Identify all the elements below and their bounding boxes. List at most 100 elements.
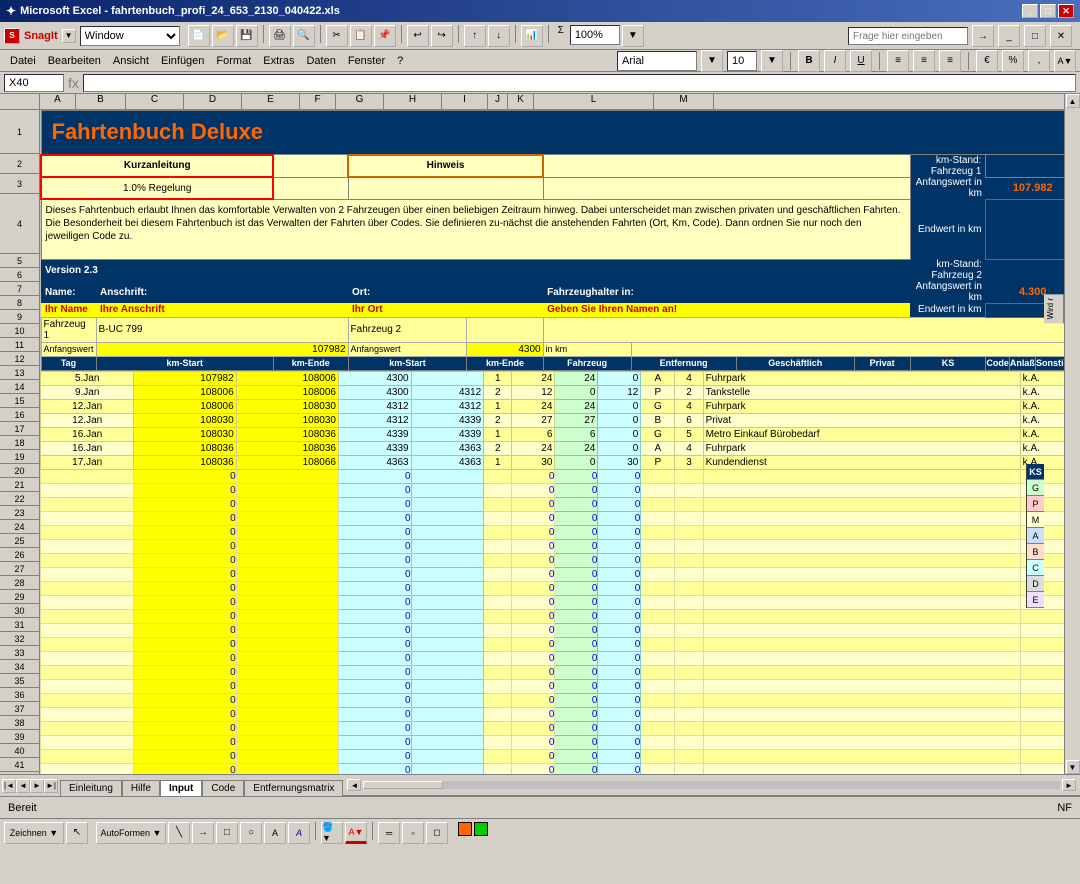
fz2-anfang-value: 4300: [467, 342, 543, 356]
sort-desc-btn[interactable]: ↓: [488, 25, 510, 47]
paste-btn[interactable]: 📌: [374, 25, 396, 47]
tab-input[interactable]: Input: [160, 780, 202, 796]
close-button[interactable]: ✕: [1058, 4, 1074, 18]
col-l: L: [534, 94, 654, 109]
tab-code[interactable]: Code: [202, 780, 244, 796]
font-size-input[interactable]: [727, 51, 757, 71]
window-restore-btn[interactable]: □: [1024, 25, 1046, 47]
cursor-btn[interactable]: ↖: [66, 822, 88, 844]
textbox-btn[interactable]: A: [264, 822, 286, 844]
cell-reference[interactable]: X40: [4, 74, 64, 92]
fill-color-btn[interactable]: A▼: [1054, 50, 1076, 72]
cell-entfernung: 27: [512, 413, 555, 427]
draw-shapes: AutoFormen ▼ ╲ → □ ○ A A 🪣▼ A▼ ═ ▫ ◻: [96, 822, 488, 844]
anschrift-value[interactable]: Ihre Anschrift: [96, 303, 348, 317]
wordart-btn[interactable]: A: [288, 822, 310, 844]
h-scroll-thumb[interactable]: [363, 781, 443, 789]
window-select[interactable]: Window: [80, 26, 180, 46]
autoshapes-btn[interactable]: AutoFormen ▼: [96, 822, 166, 844]
menu-ansicht[interactable]: Ansicht: [107, 53, 155, 69]
scroll-down-btn[interactable]: ▼: [1066, 760, 1080, 774]
arrow-btn[interactable]: →: [192, 822, 214, 844]
menu-daten[interactable]: Daten: [300, 53, 341, 69]
cut-btn[interactable]: ✂: [326, 25, 348, 47]
shadow-btn[interactable]: ▫: [402, 822, 424, 844]
cell-code: 4: [675, 371, 703, 385]
chart-btn[interactable]: 📊: [521, 25, 543, 47]
copy-btn[interactable]: 📋: [350, 25, 372, 47]
zoom-dropdown[interactable]: ▼: [622, 25, 644, 47]
draw-menu-btn[interactable]: Zeichnen ▼: [4, 822, 64, 844]
save-btn[interactable]: 💾: [236, 25, 258, 47]
print-btn[interactable]: 🖨: [269, 25, 291, 47]
maximize-button[interactable]: □: [1040, 4, 1056, 18]
italic-btn[interactable]: I: [824, 50, 846, 72]
window-close-btn[interactable]: ✕: [1050, 25, 1072, 47]
font-size-dropdown[interactable]: ▼: [761, 50, 783, 72]
underline-btn[interactable]: U: [850, 50, 872, 72]
help-search-btn[interactable]: →: [972, 25, 994, 47]
menu-einfuegen[interactable]: Einfügen: [155, 53, 210, 69]
redo-btn[interactable]: ↪: [431, 25, 453, 47]
help-input[interactable]: [848, 27, 968, 45]
font-name-input[interactable]: [617, 51, 697, 71]
kurzanleitung-btn[interactable]: Kurzanleitung: [41, 155, 273, 178]
3d-btn[interactable]: ◻: [426, 822, 448, 844]
zoom-input[interactable]: [570, 25, 620, 45]
formula-input[interactable]: [83, 74, 1076, 92]
th-privat: Privat: [854, 356, 910, 370]
cell-privat: 30: [598, 455, 641, 469]
window-minimize-btn[interactable]: _: [998, 25, 1020, 47]
name-value[interactable]: Ihr Name: [41, 303, 96, 317]
new-btn[interactable]: 📄: [188, 25, 210, 47]
tab-einleitung[interactable]: Einleitung: [60, 780, 122, 796]
scroll-right-btn[interactable]: ►: [1062, 779, 1076, 791]
row-37: 37: [0, 702, 39, 716]
menu-format[interactable]: Format: [210, 53, 257, 69]
tab-last-btn[interactable]: ►|: [44, 779, 58, 793]
tab-next-btn[interactable]: ►: [30, 779, 44, 793]
align-center-btn[interactable]: ≡: [913, 50, 935, 72]
row-14: 14: [0, 380, 39, 394]
align-left-btn[interactable]: ≡: [887, 50, 909, 72]
minimize-button[interactable]: _: [1022, 4, 1038, 18]
undo-btn[interactable]: ↩: [407, 25, 429, 47]
ort-value[interactable]: Ihr Ort: [348, 303, 543, 317]
scrollbar-h: ◄ ►: [343, 775, 1080, 796]
sort-asc-btn[interactable]: ↑: [464, 25, 486, 47]
preview-btn[interactable]: 🔍: [293, 25, 315, 47]
scroll-left-btn[interactable]: ◄: [347, 779, 361, 791]
regelung-btn[interactable]: 1.0% Regelung: [41, 177, 273, 199]
open-btn[interactable]: 📂: [212, 25, 234, 47]
menu-help[interactable]: ?: [391, 53, 409, 69]
snagit-icon[interactable]: S: [4, 28, 20, 44]
percent-btn[interactable]: %: [1002, 50, 1024, 72]
font-dropdown[interactable]: ▼: [701, 50, 723, 72]
tab-prev-btn[interactable]: ◄: [16, 779, 30, 793]
snagit-btn[interactable]: ▼: [62, 29, 76, 43]
menu-bearbeiten[interactable]: Bearbeiten: [42, 53, 107, 69]
line-style-btn[interactable]: ═: [378, 822, 400, 844]
tab-first-btn[interactable]: |◄: [2, 779, 16, 793]
cell-km-start: 108030: [134, 427, 236, 441]
bold-btn[interactable]: B: [798, 50, 820, 72]
align-right-btn[interactable]: ≡: [939, 50, 961, 72]
cell-entfernung: 24: [512, 371, 555, 385]
fill-bucket-btn[interactable]: 🪣▼: [321, 822, 343, 844]
fahrzeughalter-value[interactable]: Geben Sie Ihren Namen an!: [543, 303, 910, 317]
rect-btn[interactable]: □: [216, 822, 238, 844]
tab-entfernungsmatrix[interactable]: Entfernungsmatrix: [244, 780, 343, 796]
currency-btn[interactable]: €: [976, 50, 998, 72]
scrollbar-right[interactable]: ▲ ▼: [1064, 94, 1080, 774]
line-btn[interactable]: ╲: [168, 822, 190, 844]
menu-datei[interactable]: Datei: [4, 53, 42, 69]
menu-extras[interactable]: Extras: [257, 53, 300, 69]
oval-btn[interactable]: ○: [240, 822, 262, 844]
comma-btn[interactable]: ,: [1028, 50, 1050, 72]
scroll-up-btn[interactable]: ▲: [1066, 94, 1080, 108]
hinweis-btn[interactable]: Hinweis: [348, 155, 543, 178]
km-fz2-label: km-Stand: Fahrzeug 2: [910, 259, 986, 281]
tab-hilfe[interactable]: Hilfe: [122, 780, 160, 796]
menu-fenster[interactable]: Fenster: [342, 53, 391, 69]
font-color-btn[interactable]: A▼: [345, 822, 367, 844]
